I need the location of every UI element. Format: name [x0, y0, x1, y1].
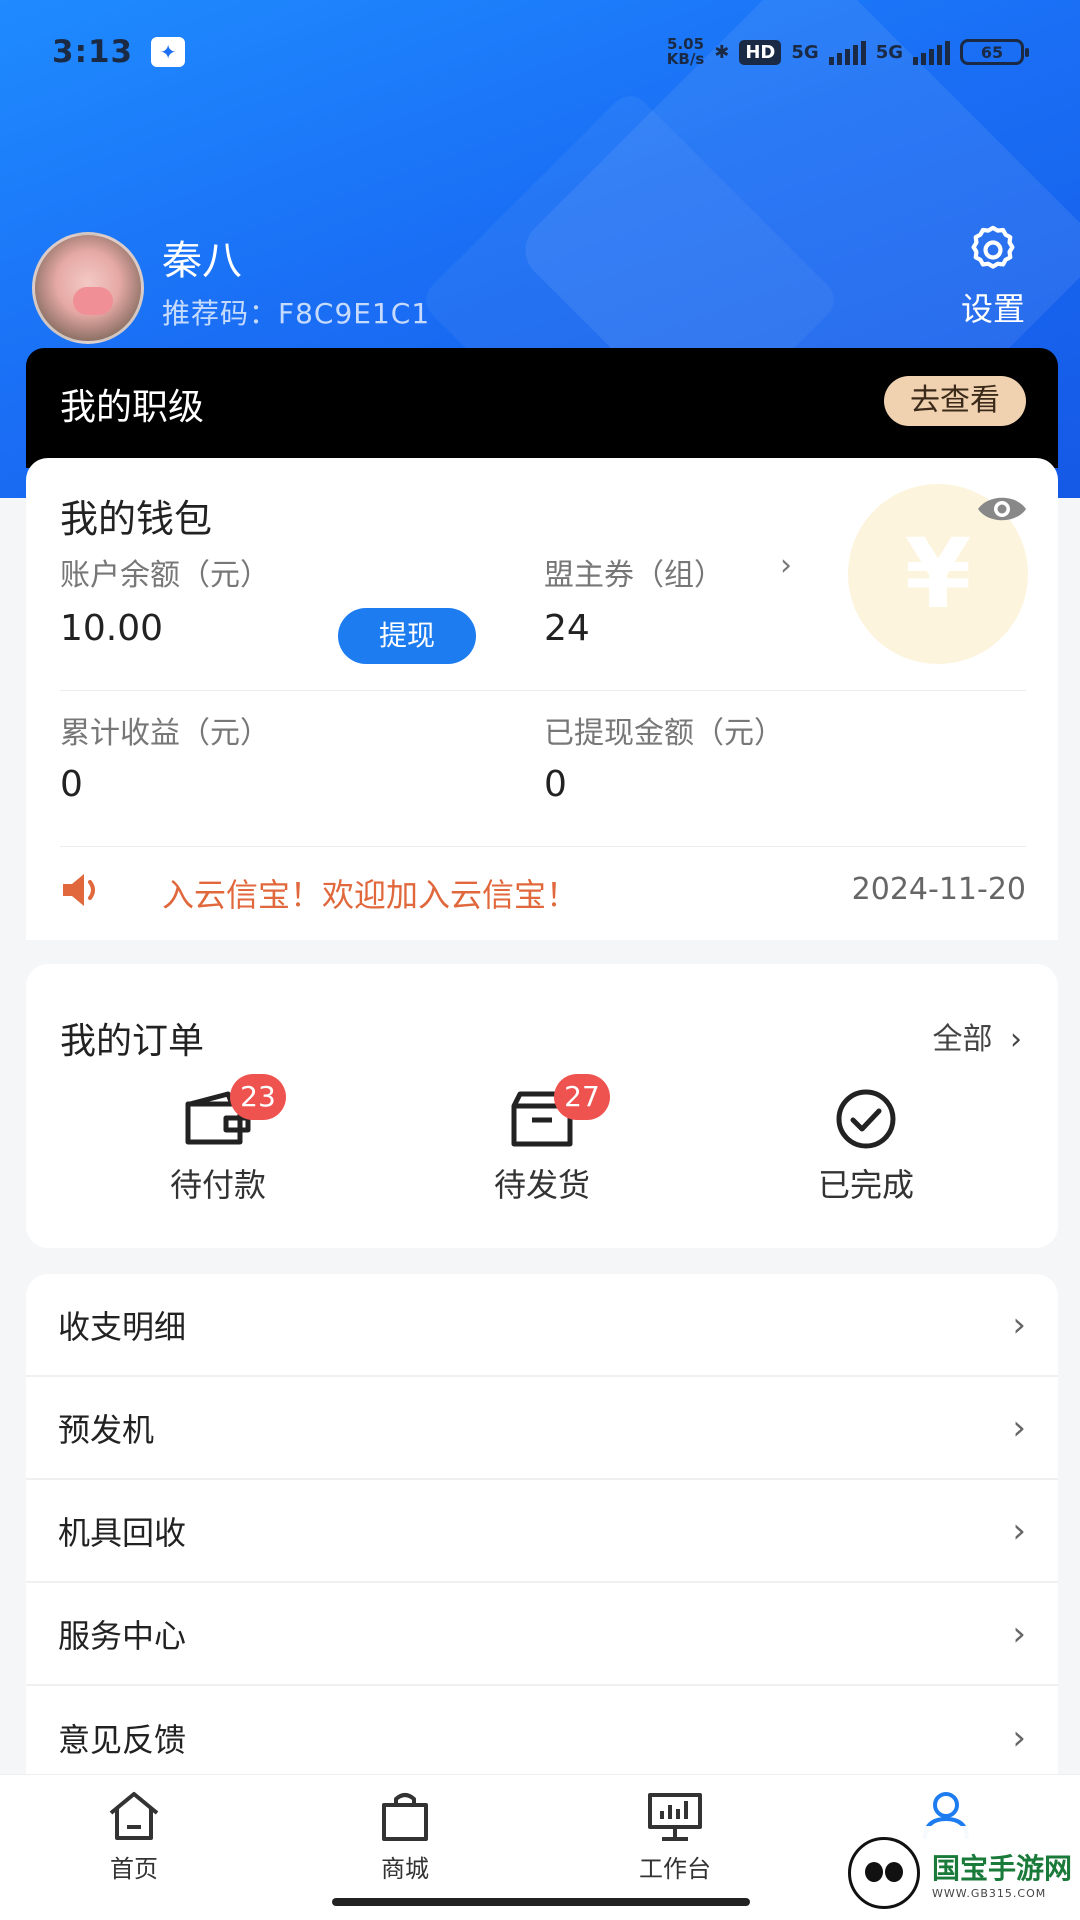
earnings-label: 累计收益（元）: [60, 716, 270, 751]
menu-list: 收支明细 › 预发机 › 机具回收 › 服务中心 › 意见反馈 ›: [26, 1274, 1058, 1789]
referral-code: 推荐码：F8C9E1C1: [162, 297, 431, 330]
network-speed: 5.05 KB/s: [667, 37, 704, 67]
view-all-orders-link[interactable]: 全部 ›: [932, 1014, 1022, 1058]
status-indicators: 5.05 KB/s ✱ HD 5G 5G 65: [667, 37, 1029, 67]
order-label: 待发货: [493, 1166, 590, 1204]
network-type: 5G: [791, 41, 819, 63]
coupon-value: 24: [544, 608, 590, 649]
balance-label: 账户余额（元）: [60, 558, 270, 593]
watermark-url: WWW.GB315.COM: [932, 1886, 1047, 1900]
settings-label: 设置: [960, 290, 1025, 328]
home-icon: [109, 1792, 159, 1840]
status-time: 3:13: [52, 34, 134, 70]
withdraw-button[interactable]: 提现: [338, 608, 476, 664]
menu-item-label: 预发机: [58, 1410, 155, 1449]
gear-icon: [971, 225, 1015, 269]
home-indicator: [332, 1898, 750, 1906]
menu-item-service-center[interactable]: 服务中心 ›: [26, 1583, 1058, 1686]
menu-item-device-recycle[interactable]: 机具回收 ›: [26, 1480, 1058, 1583]
panda-logo-icon: [848, 1837, 920, 1909]
chevron-right-icon: ›: [1010, 1022, 1022, 1057]
shopping-bag-icon: [382, 1793, 428, 1841]
app-notification-icon: ✦: [151, 37, 186, 67]
battery-icon: 65: [960, 39, 1029, 65]
settings-button[interactable]: 设置: [938, 222, 1048, 330]
hd-badge: HD: [739, 39, 782, 65]
coupon-link[interactable]: 盟主券（组） ›: [544, 548, 792, 593]
withdrawn-value: 0: [544, 764, 567, 805]
divider: [60, 846, 1026, 847]
order-completed[interactable]: 已完成: [766, 1088, 966, 1206]
chevron-right-icon: ›: [1012, 1717, 1026, 1758]
wallet-title: 我的钱包: [60, 497, 213, 541]
orders-title: 我的订单: [60, 1021, 205, 1062]
menu-item-label: 机具回收: [58, 1513, 187, 1552]
tab-label: 工作台: [639, 1855, 711, 1883]
eye-icon[interactable]: [976, 492, 1028, 526]
menu-item-transactions[interactable]: 收支明细 ›: [26, 1274, 1058, 1377]
avatar[interactable]: [32, 232, 144, 344]
speaker-icon: [63, 874, 95, 906]
earnings-value: 0: [60, 764, 83, 805]
watermark: 国宝手游网 WWW.GB315.COM: [830, 1826, 1080, 1920]
tab-home[interactable]: 首页: [64, 1789, 204, 1884]
username: 秦八: [162, 238, 242, 284]
order-count-badge: 27: [554, 1074, 610, 1120]
network-speed-unit: KB/s: [666, 50, 705, 68]
chevron-right-icon: ›: [780, 548, 792, 583]
order-count-badge: 23: [230, 1074, 286, 1120]
tab-label: 商城: [381, 1855, 429, 1883]
status-bar: 3:13 ✦ 5.05 KB/s ✱ HD 5G 5G 65: [52, 28, 1029, 76]
balance-value: 10.00: [60, 608, 164, 649]
divider: [60, 690, 1026, 691]
menu-item-label: 服务中心: [58, 1616, 187, 1655]
order-pending-payment[interactable]: 待付款 23: [118, 1074, 318, 1206]
chevron-right-icon: ›: [1012, 1613, 1026, 1654]
order-pending-shipment[interactable]: 待发货 27: [442, 1074, 642, 1206]
notice-date: 2024-11-20: [851, 872, 1026, 907]
battery-level: 65: [980, 42, 1004, 62]
bluetooth-icon: ✱: [714, 41, 730, 63]
chevron-right-icon: ›: [1012, 1407, 1026, 1448]
notice-text[interactable]: 入云信宝！欢迎加入云信宝！: [162, 870, 578, 916]
order-label: 已完成: [817, 1166, 914, 1204]
tab-label: 首页: [110, 1855, 158, 1883]
chevron-right-icon: ›: [1012, 1304, 1026, 1345]
chevron-right-icon: ›: [1012, 1510, 1026, 1551]
rank-bar: 我的职级 去查看: [26, 348, 1058, 468]
menu-item-pre-dispatch[interactable]: 预发机 ›: [26, 1377, 1058, 1480]
wallet-card: ¥ 我的钱包 账户余额（元） 10.00 提现 盟主券（组） › 24 累计收益…: [26, 458, 1058, 940]
signal-icon: [913, 39, 950, 65]
menu-item-label: 收支明细: [58, 1307, 187, 1346]
view-all-label: 全部: [932, 1022, 993, 1057]
watermark-title: 国宝手游网: [932, 1851, 1073, 1885]
withdrawn-label: 已提现金额（元）: [544, 716, 784, 751]
tab-workbench[interactable]: 工作台: [605, 1789, 745, 1884]
menu-item-label: 意见反馈: [58, 1720, 187, 1759]
orders-card: 我的订单 全部 › 待付款 23 待发货 27 已完成: [26, 964, 1058, 1248]
network-type: 5G: [875, 41, 903, 63]
view-rank-button[interactable]: 去查看: [884, 376, 1026, 426]
check-circle-icon: [836, 1089, 896, 1149]
signal-icon: [828, 39, 866, 65]
rank-title: 我的职级: [60, 387, 205, 428]
coupon-label: 盟主券（组）: [544, 558, 724, 593]
order-label: 待付款: [169, 1166, 266, 1204]
tab-mall[interactable]: 商城: [335, 1789, 475, 1884]
workbench-icon: [648, 1793, 702, 1841]
